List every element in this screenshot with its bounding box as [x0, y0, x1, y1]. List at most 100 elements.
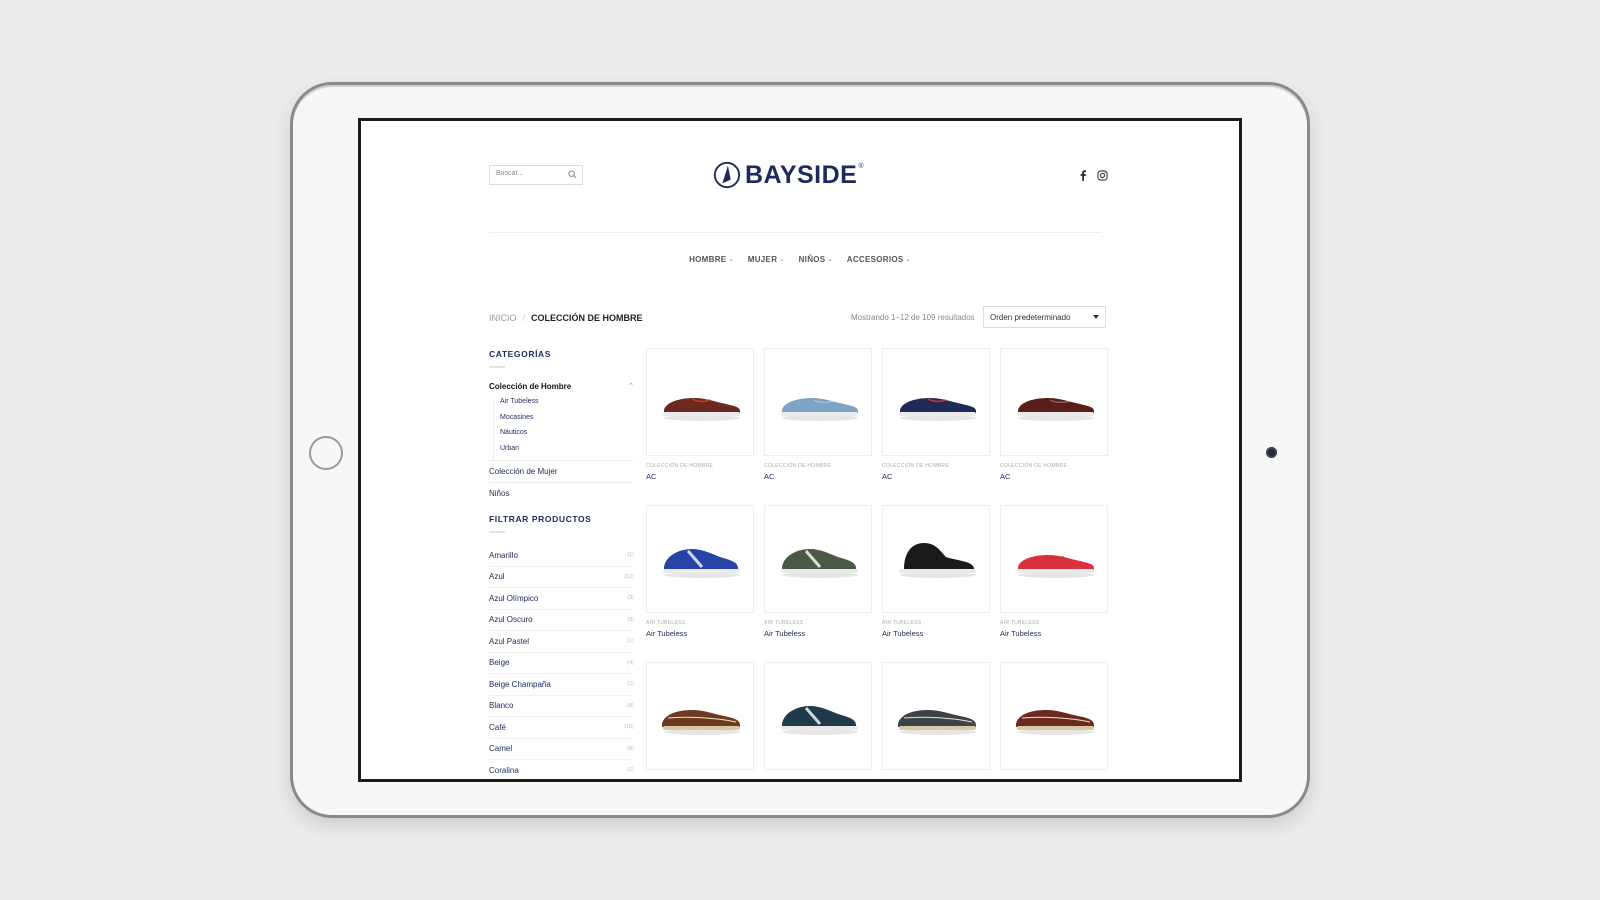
product-category[interactable]: AIR TUBELESS	[882, 620, 990, 626]
product-category[interactable]: COLECCIÓN DE HOMBRE	[1000, 463, 1108, 469]
product-thumbnail[interactable]	[1000, 505, 1108, 613]
category-item[interactable]: Niños	[489, 482, 634, 504]
instagram-icon[interactable]	[1097, 168, 1108, 181]
heading-underline	[489, 531, 505, 533]
filter-count: (1)	[627, 767, 634, 774]
product-card[interactable]: AIR TUBELESS Air Tubeless	[1000, 505, 1108, 662]
filter-item[interactable]: Azul Olímpico (3)	[489, 588, 634, 610]
product-thumbnail[interactable]	[646, 348, 754, 456]
product-name[interactable]: AC	[646, 472, 754, 481]
product-thumbnail[interactable]	[1000, 348, 1108, 456]
product-name[interactable]: Air Tubeless	[1000, 629, 1108, 638]
shoe-image	[663, 549, 740, 578]
shoe-image	[1017, 555, 1094, 578]
product-thumbnail[interactable]	[764, 662, 872, 770]
filter-item[interactable]: Azul (12)	[489, 567, 634, 588]
caret-down-icon	[1093, 315, 1099, 319]
product-card[interactable]	[882, 662, 990, 779]
category-item[interactable]: Colección de Mujer	[489, 460, 634, 482]
product-category[interactable]: COLECCIÓN DE HOMBRE	[646, 463, 754, 469]
product-thumbnail[interactable]	[764, 348, 872, 456]
product-category[interactable]: COLECCIÓN DE HOMBRE	[764, 463, 872, 469]
filter-count: (6)	[627, 745, 634, 752]
product-category[interactable]: AIR TUBELESS	[1000, 620, 1108, 626]
nav-accesorios[interactable]: ACCESORIOS ⌄	[847, 255, 911, 264]
filter-item[interactable]: Beige Champaña (2)	[489, 674, 634, 696]
product-card[interactable]: COLECCIÓN DE HOMBRE AC	[646, 348, 754, 505]
product-thumbnail[interactable]	[646, 505, 754, 613]
product-category[interactable]: COLECCIÓN DE HOMBRE	[882, 463, 990, 469]
subcategory-item[interactable]: Náuticos	[500, 429, 634, 445]
nav-mujer[interactable]: MUJER ⌄	[748, 255, 785, 264]
search-input[interactable]: Buscar...	[496, 170, 523, 177]
product-card[interactable]	[646, 662, 754, 779]
product-name[interactable]: AC	[882, 472, 990, 481]
product-name[interactable]: Air Tubeless	[646, 629, 754, 638]
product-category[interactable]: AIR TUBELESS	[646, 620, 754, 626]
product-name[interactable]: AC	[764, 472, 872, 481]
subcategory-item[interactable]: Mocasines	[500, 414, 634, 430]
header-divider	[489, 232, 1102, 233]
product-card[interactable]	[1000, 662, 1108, 779]
shoe-image	[781, 549, 858, 578]
brand-name: BAYSIDE	[745, 160, 858, 189]
shoe-image	[899, 398, 976, 421]
sail-logo-icon	[713, 161, 741, 189]
product-card[interactable]: AIR TUBELESS Air Tubeless	[764, 505, 872, 662]
shoe-image	[662, 710, 740, 735]
chevron-down-icon: ⌄	[905, 257, 911, 263]
facebook-icon[interactable]	[1078, 168, 1088, 181]
shoe-image	[663, 398, 740, 421]
category-label: Colección de Hombre	[489, 382, 572, 391]
product-card[interactable]	[764, 662, 872, 779]
filter-label: Coralina	[489, 765, 519, 775]
nav-hombre[interactable]: HOMBRE ⌄	[689, 255, 734, 264]
filter-count: (4)	[627, 659, 634, 666]
product-name[interactable]: Air Tubeless	[882, 629, 990, 638]
filter-list: Amarillo (1) Azul (12) Azul Olímpico (3) Azul …	[489, 545, 634, 779]
shoe-image	[1016, 710, 1094, 735]
filter-item[interactable]: Camel (6)	[489, 739, 634, 760]
filter-count: (1)	[627, 552, 634, 559]
search-box[interactable]: Buscar...	[489, 165, 583, 185]
product-name[interactable]: AC	[1000, 472, 1108, 481]
product-name[interactable]: Air Tubeless	[764, 629, 872, 638]
nav-ninos[interactable]: NIÑOS ⌄	[799, 255, 833, 264]
filter-item[interactable]: Amarillo (1)	[489, 545, 634, 567]
product-thumbnail[interactable]	[1000, 662, 1108, 770]
product-card[interactable]: AIR TUBELESS Air Tubeless	[646, 505, 754, 662]
filter-label: Azul Oscuro	[489, 615, 533, 625]
subcategory-item[interactable]: Urban	[500, 445, 634, 461]
filter-count: (1)	[627, 638, 634, 645]
sort-select[interactable]: Orden predeterminado	[983, 306, 1106, 328]
product-card[interactable]: COLECCIÓN DE HOMBRE AC	[1000, 348, 1108, 505]
product-thumbnail[interactable]	[764, 505, 872, 613]
shoe-image	[1017, 398, 1094, 421]
filter-item[interactable]: Azul Pastel (1)	[489, 631, 634, 653]
product-card[interactable]: COLECCIÓN DE HOMBRE AC	[764, 348, 872, 505]
category-active[interactable]: Colección de Hombre ⌃	[489, 382, 634, 391]
filter-count: (8)	[627, 702, 634, 709]
product-thumbnail[interactable]	[646, 662, 754, 770]
product-category[interactable]: AIR TUBELESS	[764, 620, 872, 626]
chevron-down-icon: ⌄	[728, 257, 734, 263]
breadcrumb-home[interactable]: INICIO	[489, 313, 517, 323]
chevron-up-icon[interactable]: ⌃	[628, 382, 634, 391]
breadcrumb: INICIO / COLECCIÓN DE HOMBRE	[489, 313, 643, 323]
product-thumbnail[interactable]	[882, 662, 990, 770]
filter-item[interactable]: Café (16)	[489, 717, 634, 739]
search-icon[interactable]	[568, 170, 577, 179]
filter-item[interactable]: Coralina (1)	[489, 760, 634, 779]
filter-item[interactable]: Beige (4)	[489, 653, 634, 674]
product-card[interactable]: AIR TUBELESS Air Tubeless	[882, 505, 990, 662]
product-thumbnail[interactable]	[882, 348, 990, 456]
shoe-image	[899, 543, 976, 578]
home-button[interactable]	[309, 436, 343, 470]
product-card[interactable]: COLECCIÓN DE HOMBRE AC	[882, 348, 990, 505]
subcategory-item[interactable]: Air Tubeless	[500, 398, 634, 414]
sort-selected: Orden predeterminado	[990, 313, 1071, 322]
brand-logo[interactable]: BAYSIDE ®	[713, 159, 864, 191]
filter-item[interactable]: Blanco (8)	[489, 696, 634, 717]
filter-item[interactable]: Azul Oscuro (3)	[489, 610, 634, 631]
product-thumbnail[interactable]	[882, 505, 990, 613]
